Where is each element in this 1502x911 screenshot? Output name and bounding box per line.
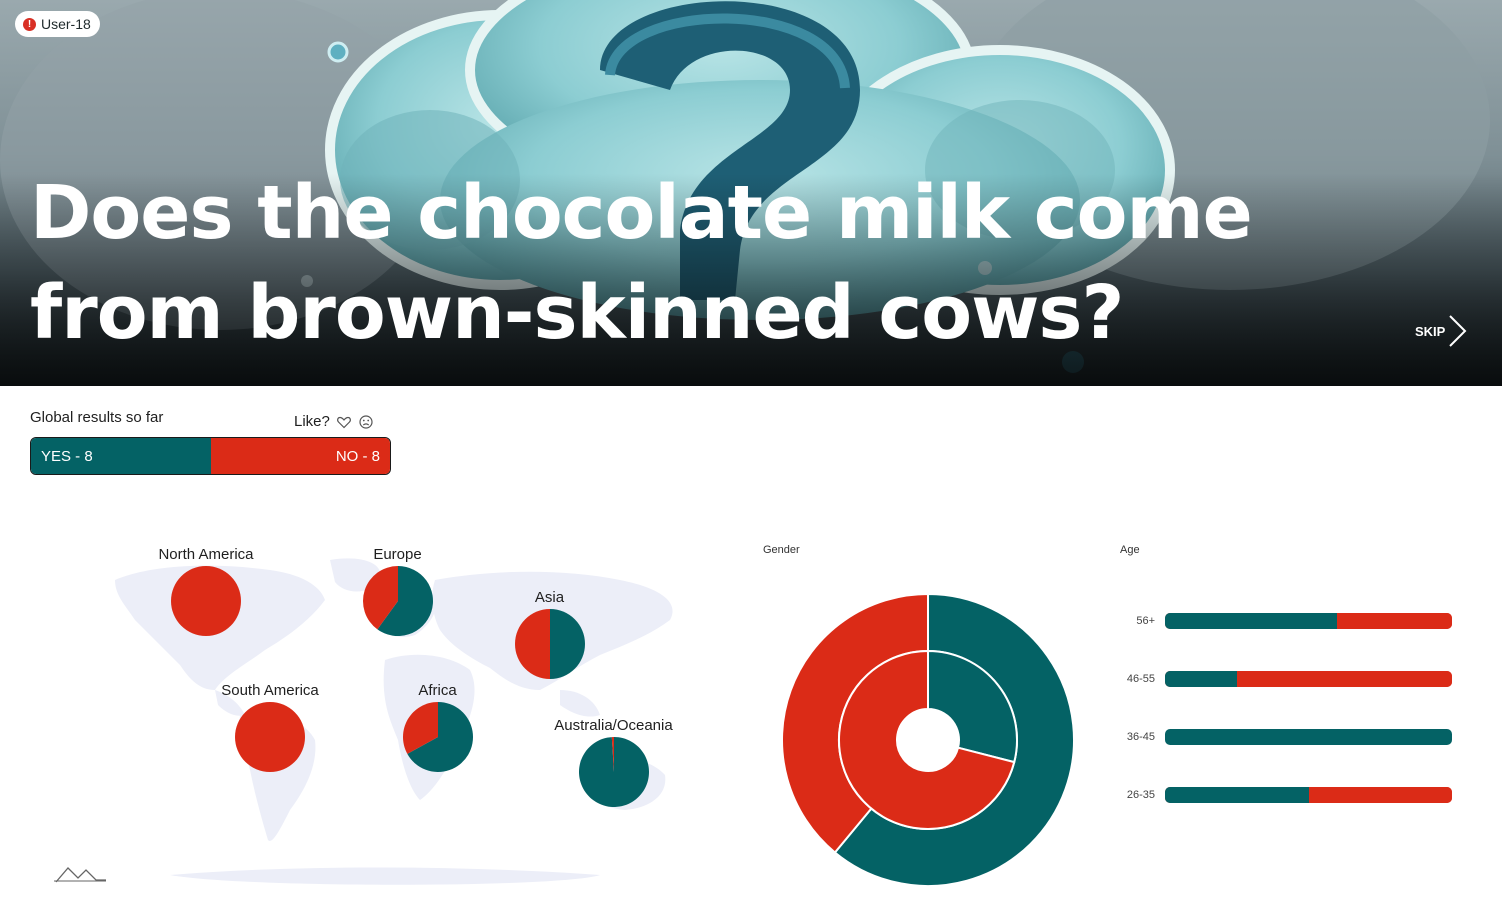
- pie-slice-no: [235, 702, 305, 772]
- skip-button[interactable]: SKIP: [1415, 314, 1467, 348]
- age-bar: [1165, 671, 1452, 687]
- age-row[interactable]: 56+: [1115, 612, 1455, 630]
- region-africa[interactable]: Africa: [390, 682, 485, 775]
- age-category-label: 36-45: [1126, 731, 1155, 743]
- age-row[interactable]: 46-55: [1115, 670, 1455, 688]
- age-yes-segment: [1165, 729, 1452, 745]
- frown-icon[interactable]: [358, 414, 374, 430]
- alert-icon: !: [23, 17, 36, 31]
- region-label: Africa: [418, 682, 457, 699]
- gender-chart-title: Gender: [763, 544, 800, 556]
- region-pie: [514, 609, 585, 679]
- region-label: South America: [221, 682, 319, 699]
- pie-slice-no: [514, 609, 550, 679]
- chevron-right-icon: [1449, 315, 1467, 347]
- region-europe[interactable]: Europe: [350, 546, 445, 639]
- region-label: Australia/Oceania: [554, 717, 673, 734]
- age-no-segment: [1236, 671, 1452, 687]
- age-category-label: 56+: [1136, 615, 1155, 627]
- like-row: Like?: [294, 413, 374, 430]
- region-north-america[interactable]: North America: [150, 546, 262, 639]
- age-yes-segment: [1165, 613, 1338, 629]
- yes-segment[interactable]: YES - 8: [31, 438, 211, 474]
- region-pie: [171, 566, 241, 636]
- age-yes-segment: [1165, 671, 1237, 687]
- user-badge[interactable]: ! User-18: [15, 11, 100, 37]
- pie-slice-no: [171, 566, 241, 636]
- age-yes-segment: [1165, 787, 1309, 803]
- age-bar: [1165, 729, 1452, 745]
- region-label: Europe: [373, 546, 422, 563]
- no-label: NO - 8: [335, 447, 380, 465]
- age-row[interactable]: 26-35: [1115, 786, 1455, 804]
- like-label: Like?: [294, 413, 330, 430]
- age-no-segment: [1308, 787, 1452, 803]
- heart-icon[interactable]: [336, 414, 352, 430]
- user-label: User-18: [41, 16, 91, 32]
- region-asia[interactable]: Asia: [502, 589, 597, 682]
- pie-slice-yes: [549, 609, 585, 679]
- age-chart-title: Age: [1120, 544, 1140, 556]
- global-results-bar: YES - 8 NO - 8: [30, 437, 391, 475]
- mountain-logo-icon: [54, 867, 106, 883]
- skip-label: SKIP: [1415, 323, 1446, 339]
- global-results-heading: Global results so far: [30, 409, 164, 426]
- age-bar: [1165, 613, 1452, 629]
- region-pie: [235, 702, 305, 772]
- no-segment[interactable]: NO - 8: [210, 438, 390, 474]
- age-category-label: 46-55: [1126, 673, 1155, 685]
- age-row[interactable]: 36-45: [1115, 728, 1455, 746]
- question-hero: ! User-18 Does the chocolate milk come f…: [0, 0, 1502, 386]
- region-label: Asia: [534, 589, 565, 606]
- region-label: North America: [158, 546, 254, 563]
- region-pie: [362, 566, 433, 636]
- region-australia-oceania[interactable]: Australia/Oceania: [546, 717, 681, 810]
- world-map-chart: North America Europe Asia South America …: [40, 540, 720, 900]
- question-title: Does the chocolate milk come from brown-…: [30, 170, 1253, 356]
- region-pie: [402, 702, 473, 772]
- age-bar: [1165, 787, 1452, 803]
- age-no-segment: [1337, 613, 1452, 629]
- region-pie: [578, 737, 649, 807]
- gender-donut-chart: [781, 592, 1075, 887]
- yes-label: YES - 8: [41, 447, 93, 465]
- region-south-america[interactable]: South America: [210, 682, 330, 775]
- age-category-label: 26-35: [1126, 789, 1155, 801]
